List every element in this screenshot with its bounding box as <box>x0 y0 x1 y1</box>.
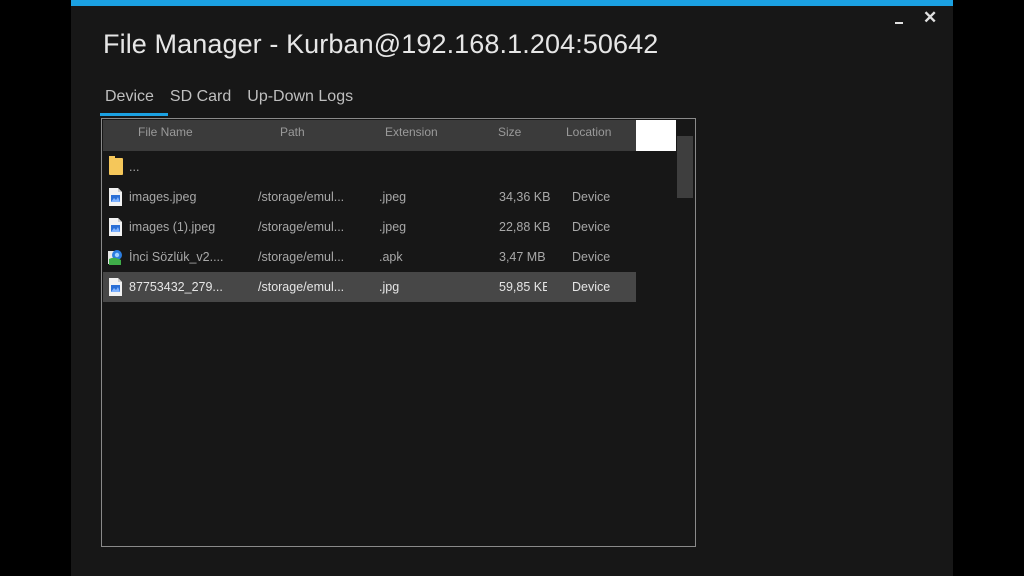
file-location-cell: Device <box>572 220 611 234</box>
file-path-cell: /storage/emul... <box>258 250 345 264</box>
file-name-cell: images (1).jpeg <box>129 220 216 234</box>
image-file-icon <box>109 188 122 206</box>
file-size-cell: 3,47 MB <box>499 250 546 264</box>
tab-sd-card[interactable]: SD Card <box>170 88 231 113</box>
table-row-selected[interactable]: 87753432_279... /storage/emul... .jpg 59… <box>103 272 636 302</box>
image-file-icon <box>109 278 122 296</box>
folder-icon <box>109 156 123 175</box>
column-header-path[interactable]: Path <box>280 125 305 139</box>
file-path-cell: /storage/emul... <box>258 190 345 204</box>
window-accent-bar <box>71 0 953 6</box>
file-extension-cell: .jpeg <box>379 190 407 204</box>
file-name-cell: İnci Sözlük_v2.... <box>129 250 224 264</box>
table-row[interactable]: images (1).jpeg /storage/emul... .jpeg 2… <box>103 212 636 242</box>
column-header-size[interactable]: Size <box>498 125 521 139</box>
table-row[interactable]: İnci Sözlük_v2.... /storage/emul... .apk… <box>103 242 636 272</box>
image-file-icon <box>109 218 122 236</box>
scroll-thumb[interactable] <box>677 136 693 198</box>
column-header-file-name[interactable]: File Name <box>138 125 193 139</box>
file-location-cell: Device <box>572 190 611 204</box>
file-size-cell: 59,85 KE <box>499 280 547 294</box>
column-header-extension[interactable]: Extension <box>385 125 438 139</box>
table-row[interactable]: images.jpeg /storage/emul... .jpeg 34,36… <box>103 182 636 212</box>
file-path-cell: /storage/emul... <box>258 280 345 294</box>
file-manager-window: File Manager - Kurban@192.168.1.204:5064… <box>71 0 953 576</box>
tab-device[interactable]: Device <box>100 88 168 116</box>
close-button[interactable]: ✕ <box>923 9 937 27</box>
file-extension-cell: .jpeg <box>379 220 407 234</box>
file-location-cell: Device <box>572 250 611 264</box>
file-name-cell: 87753432_279... <box>129 280 223 294</box>
file-name-cell: ... <box>129 160 140 174</box>
window-title: File Manager - Kurban@192.168.1.204:5064… <box>103 29 659 59</box>
file-path-cell: /storage/emul... <box>258 220 345 234</box>
tab-bar: Device SD Card Up-Down Logs <box>100 88 369 116</box>
minimize-icon <box>895 22 903 24</box>
file-extension-cell: .apk <box>379 250 403 264</box>
vertical-scrollbar[interactable] <box>677 134 693 545</box>
file-location-cell: Device <box>572 280 611 294</box>
apk-file-icon <box>108 250 122 265</box>
tab-up-down-logs[interactable]: Up-Down Logs <box>247 88 353 113</box>
file-name-cell: images.jpeg <box>129 190 197 204</box>
table-row[interactable]: ... <box>103 152 636 182</box>
file-size-cell: 22,88 KB <box>499 220 551 234</box>
file-extension-cell: .jpg <box>379 280 400 294</box>
file-size-cell: 34,36 KB <box>499 190 551 204</box>
file-grid[interactable]: File Name Path Extension Size Location .… <box>101 118 696 547</box>
column-header-location[interactable]: Location <box>566 125 611 139</box>
grid-header: File Name Path Extension Size Location <box>103 120 636 151</box>
header-corner <box>636 120 676 151</box>
